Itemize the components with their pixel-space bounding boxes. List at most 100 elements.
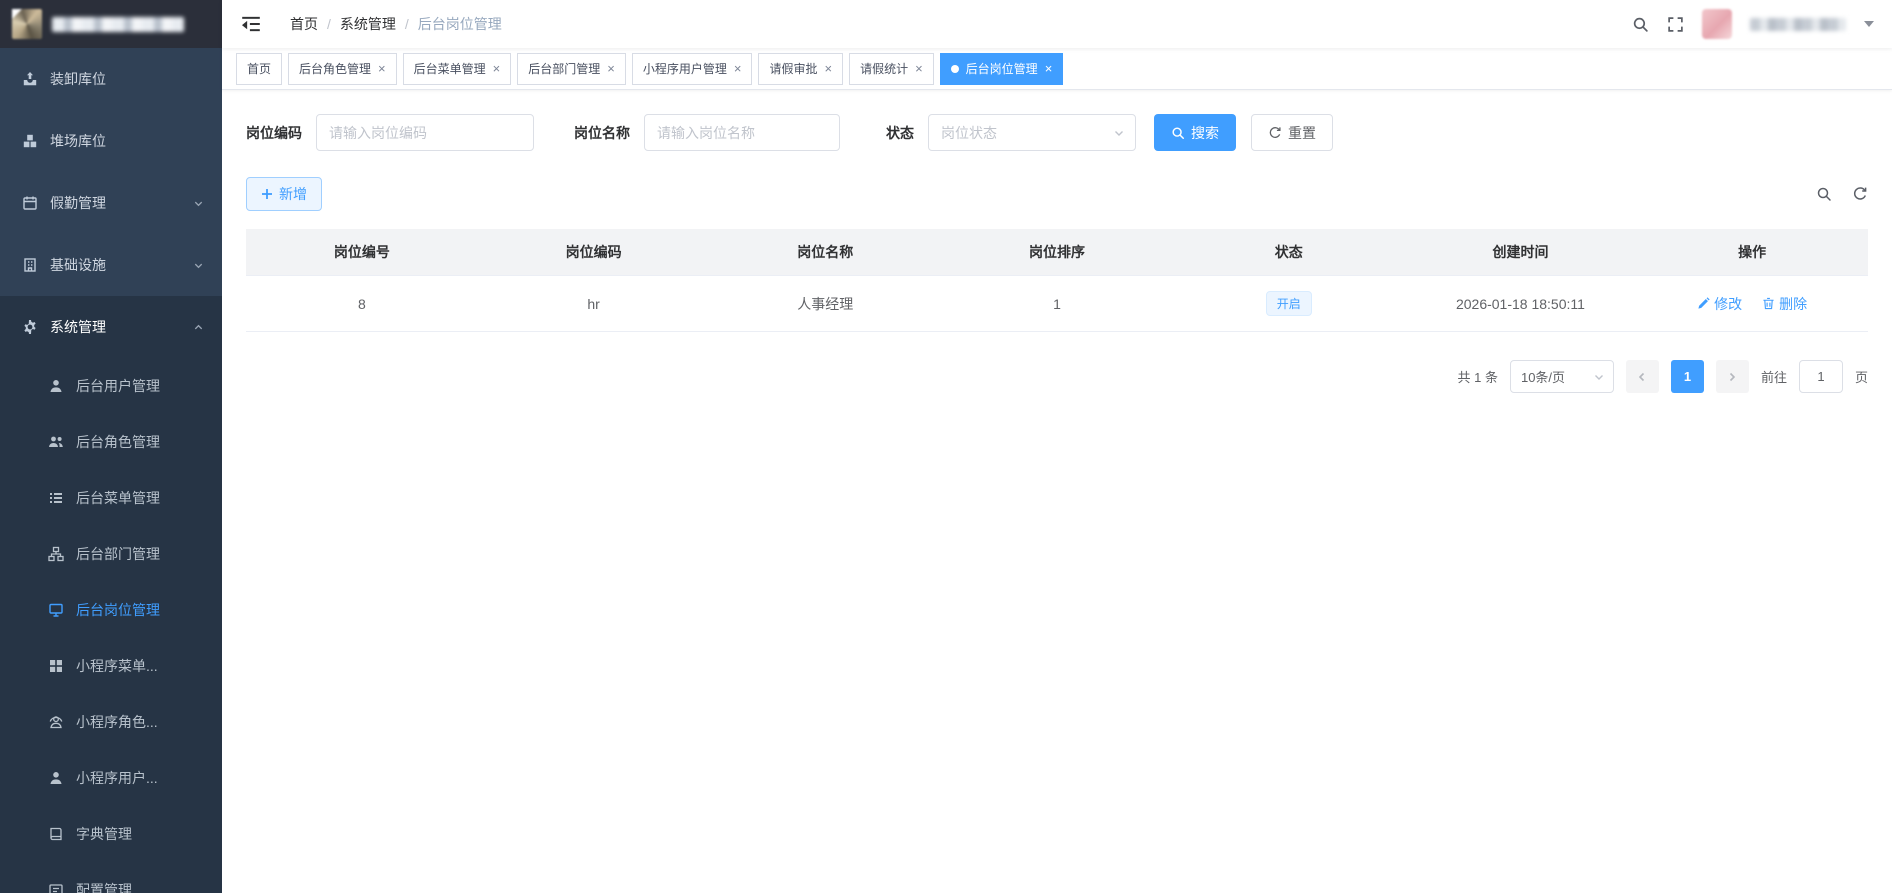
table-search-icon[interactable] [1816,186,1832,202]
close-icon[interactable]: × [378,62,386,75]
active-tab-dot [950,64,959,73]
sidebar-item-admin-roles[interactable]: 后台角色管理 [0,414,222,470]
pagination: 共 1 条 10条/页 1 前往 页 [246,360,1868,393]
status-badge[interactable]: 开启 [1265,291,1312,316]
sidebar: 装卸库位 堆场库位 假勤管理 基础设施 系统管理 后台用户管理 后台角色管理 后… [0,0,222,893]
sidebar-item-miniapp-roles[interactable]: 小程序角色... [0,694,222,750]
book-icon [48,826,64,842]
close-icon[interactable]: × [734,62,742,75]
tab-miniapp-users[interactable]: 小程序用户管理 × [631,52,753,85]
sidebar-item-admin-posts[interactable]: 后台岗位管理 [0,582,222,638]
app-logo[interactable] [0,0,222,48]
sidebar-item-dictionary[interactable]: 字典管理 [0,806,222,862]
chevron-up-icon [193,322,204,333]
post-name-input[interactable] [644,114,840,151]
delete-link[interactable]: 删除 [1762,294,1807,314]
topbar-actions [1632,9,1874,39]
sidebar-item-label: 后台角色管理 [76,434,160,450]
sidebar-submenu-system: 后台用户管理 后台角色管理 后台菜单管理 后台部门管理 后台岗位管理 小程序菜单… [0,358,222,893]
breadcrumb-current: 后台岗位管理 [417,16,502,32]
sidebar-item-label: 堆场库位 [50,133,106,149]
sidebar-item-miniapp-users[interactable]: 小程序用户... [0,750,222,806]
next-page-button[interactable] [1715,360,1749,393]
sidebar-item-system-management[interactable]: 系统管理 [0,296,222,358]
tab-home[interactable]: 首页 [236,52,283,85]
sidebar-item-miniapp-menus[interactable]: 小程序菜单... [0,638,222,694]
trash-icon [1762,297,1775,310]
sidebar-item-admin-menus[interactable]: 后台菜单管理 [0,470,222,526]
status-label: 状态 [886,124,914,141]
edit-link-label: 修改 [1714,295,1743,312]
page-size-select[interactable]: 10条/页 [1509,360,1614,393]
tab-admin-menus[interactable]: 后台菜单管理 × [402,52,512,85]
tab-admin-departments[interactable]: 后台部门管理 × [517,52,626,85]
sidebar-item-label: 小程序角色... [76,714,158,730]
sidebar-item-label: 后台部门管理 [76,546,160,562]
table-header: 状态 [1274,244,1303,260]
tabs-bar: 首页 后台角色管理 × 后台菜单管理 × 后台部门管理 × 小程序用户管理 × … [222,48,1892,90]
fullscreen-icon[interactable] [1667,16,1684,33]
posts-table: 岗位编号 岗位编码 岗位名称 岗位排序 状态 创建时间 操作 8 hr 人事经理… [246,229,1868,332]
post-code-input[interactable] [316,114,534,151]
add-button[interactable]: 新增 [246,177,322,211]
cell-actions: 修改 删除 [1636,294,1868,314]
avatar[interactable] [1702,9,1732,39]
close-icon[interactable]: × [915,62,923,75]
dock-location-icon [22,71,38,87]
edit-link[interactable]: 修改 [1697,294,1742,314]
breadcrumb-separator: / [404,16,409,32]
page-number-button[interactable]: 1 [1670,360,1704,393]
sidebar-item-yard-location[interactable]: 堆场库位 [0,110,222,172]
goto-label: 前往 [1760,370,1787,385]
status-select[interactable]: 岗位状态 [928,114,1136,151]
cell-post-order: 1 [1053,295,1061,312]
close-icon[interactable]: × [824,62,832,75]
sidebar-item-infrastructure[interactable]: 基础设施 [0,234,222,296]
tab-leave-stats[interactable]: 请假统计 × [849,52,934,85]
username-redacted [1750,17,1846,31]
search-button[interactable]: 搜索 [1154,114,1236,151]
tab-label: 后台角色管理 [299,62,372,76]
app-logo-text-redacted [52,16,184,32]
collapse-sidebar-icon[interactable] [240,13,262,35]
table-header: 岗位编号 [333,244,390,260]
cell-post-name: 人事经理 [797,295,854,312]
search-icon [1171,126,1185,140]
goto-page-input[interactable] [1798,360,1843,393]
tab-admin-roles[interactable]: 后台角色管理 × [288,52,397,85]
plus-icon [261,188,273,200]
breadcrumb: 首页 / 系统管理 / 后台岗位管理 [290,14,502,34]
table-header: 岗位排序 [1029,244,1086,260]
users-icon [48,434,64,450]
breadcrumb-system[interactable]: 系统管理 [340,14,396,34]
close-icon[interactable]: × [1045,62,1053,75]
building-icon [22,257,38,273]
sidebar-item-dock-location[interactable]: 装卸库位 [0,48,222,110]
table-refresh-icon[interactable] [1852,186,1868,202]
yard-location-icon [22,133,38,149]
prev-page-button[interactable] [1625,360,1659,393]
tab-label: 小程序用户管理 [642,62,727,76]
gear-icon [22,319,38,335]
user-icon [48,770,64,786]
reset-button[interactable]: 重置 [1251,114,1333,151]
tab-admin-posts[interactable]: 后台岗位管理 × [939,52,1064,85]
sidebar-item-label: 后台岗位管理 [76,602,160,618]
sidebar-item-admin-departments[interactable]: 后台部门管理 [0,526,222,582]
tab-leave-approval[interactable]: 请假审批 × [758,52,844,85]
close-icon[interactable]: × [493,62,501,75]
search-button-label: 搜索 [1191,124,1219,141]
org-tree-icon [48,546,64,562]
chevron-down-icon[interactable] [1864,21,1874,27]
table-header: 岗位编码 [565,244,622,260]
search-icon[interactable] [1632,16,1649,33]
sidebar-item-admin-users[interactable]: 后台用户管理 [0,358,222,414]
tab-label: 请假统计 [860,62,909,76]
breadcrumb-home[interactable]: 首页 [290,14,318,34]
sidebar-item-configuration[interactable]: 配置管理 [0,862,222,893]
tab-label: 后台岗位管理 [965,62,1038,76]
config-icon [48,882,64,893]
sidebar-item-attendance[interactable]: 假勤管理 [0,172,222,234]
close-icon[interactable]: × [607,62,615,75]
table-tools [1816,186,1868,202]
